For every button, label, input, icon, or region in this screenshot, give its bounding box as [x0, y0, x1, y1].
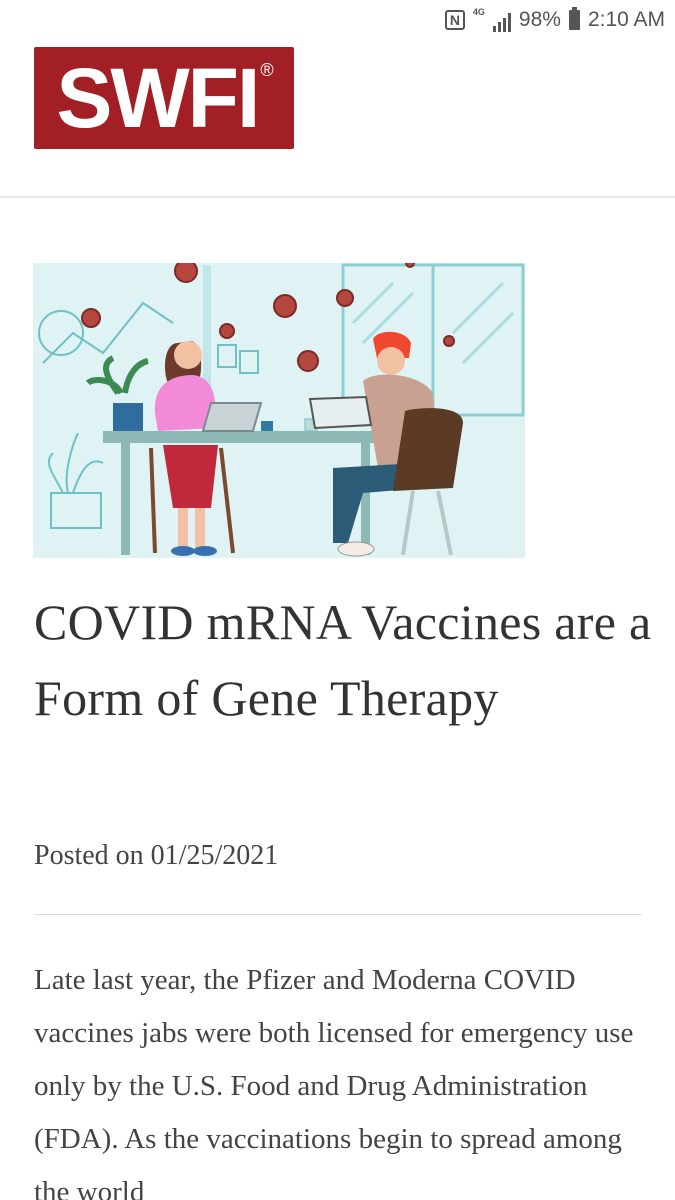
- status-bar: N 4G 98% 2:10 AM: [0, 0, 675, 40]
- people-at-table-illustration: [33, 263, 525, 558]
- article-body: Late last year, the Pfizer and Moderna C…: [34, 964, 634, 1200]
- divider: [34, 914, 642, 915]
- logo-text: SWFI: [56, 50, 260, 145]
- article-title: COVID mRNA Vaccines are a Form of Gene T…: [34, 594, 652, 726]
- nfc-icon: N: [444, 8, 465, 32]
- clock: 2:10 AM: [587, 8, 665, 31]
- swfi-logo[interactable]: SWFI ®: [34, 47, 294, 149]
- article-hero-image: [33, 263, 525, 558]
- posted-date: Posted on 01/25/2021: [34, 840, 279, 871]
- signal-icon: [492, 8, 511, 32]
- registered-mark: ®: [260, 59, 273, 80]
- battery-percent: 98%: [518, 8, 561, 31]
- site-header: SWFI ®: [0, 40, 675, 198]
- network-type-icon: 4G: [472, 7, 485, 17]
- battery-icon: [568, 7, 580, 32]
